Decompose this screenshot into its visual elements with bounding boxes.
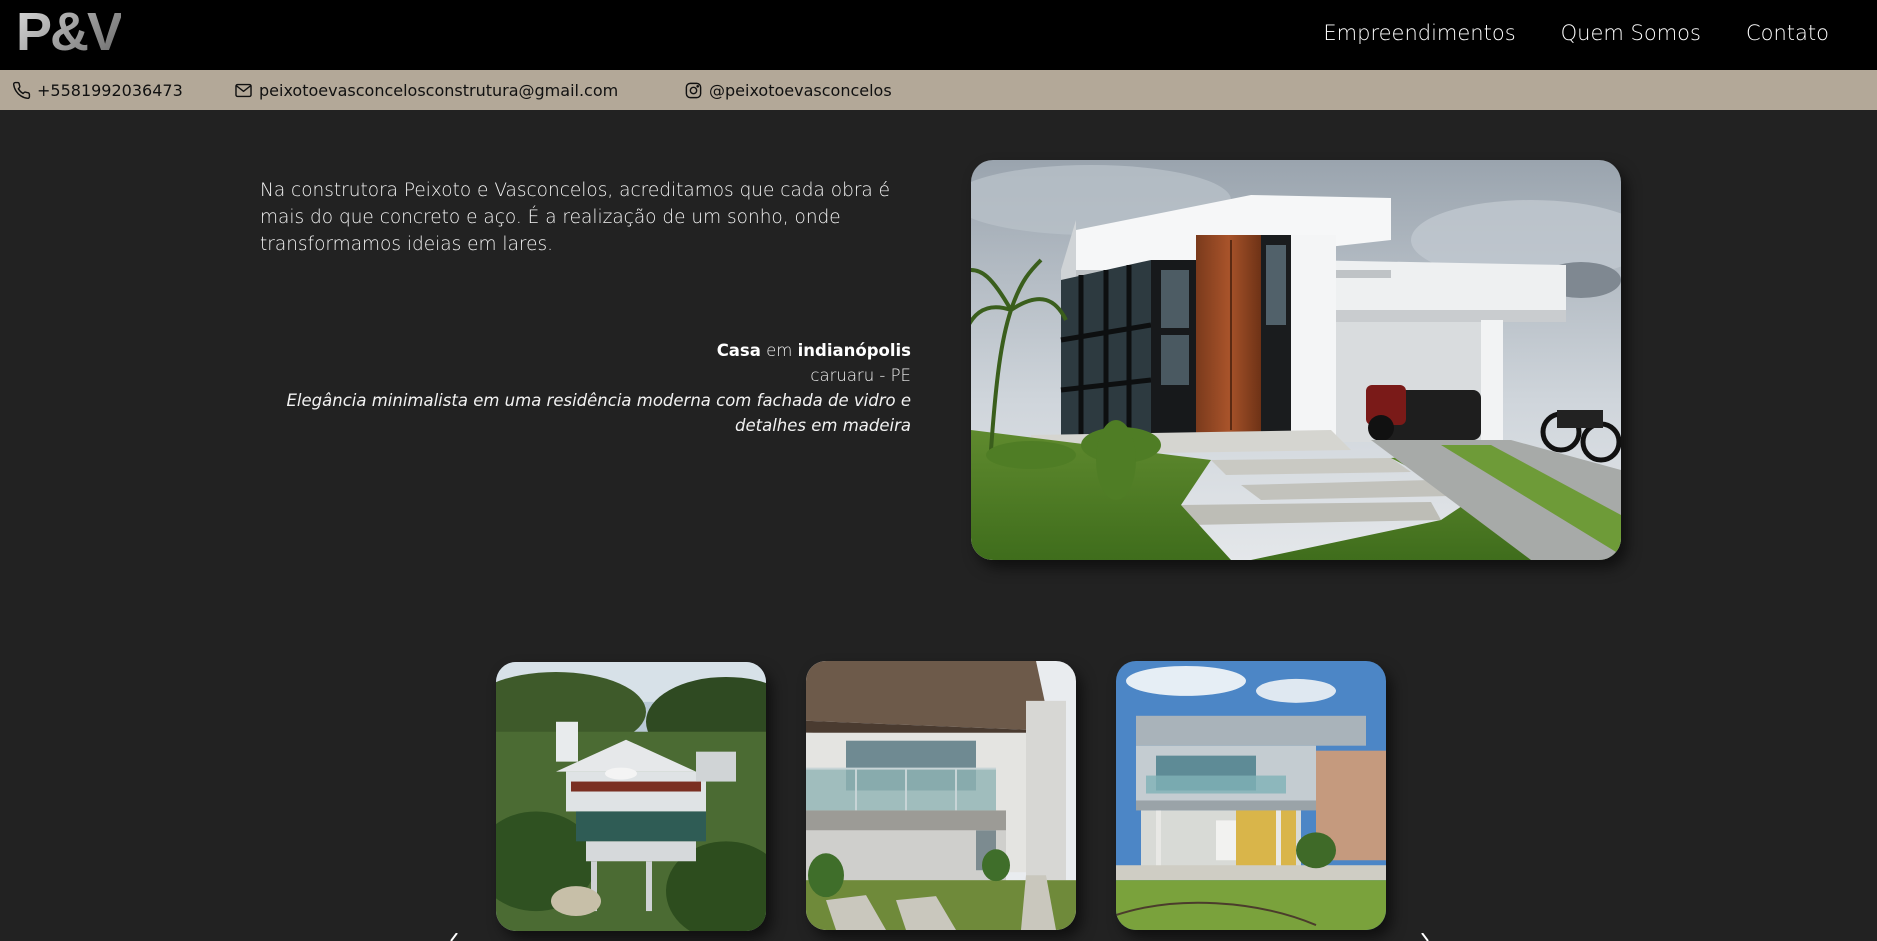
mail-icon: [235, 83, 252, 97]
project-place: indianópolis: [797, 341, 911, 360]
instagram-handle: @peixotoevasconcelos: [709, 80, 892, 100]
contact-email[interactable]: peixotoevasconcelosconstrutura@gmail.com: [234, 70, 618, 110]
chevron-right-icon[interactable]: [1418, 930, 1432, 941]
main-nav: Empreendimentos Quem Somos Contato: [1323, 20, 1829, 46]
project-type: Casa: [716, 341, 761, 360]
two-story-house-image: [806, 661, 1076, 930]
project-description: Elegância minimalista em uma residência …: [286, 391, 912, 435]
project-location: caruaru - PE: [810, 366, 911, 385]
project-connector: em: [766, 341, 793, 360]
chevron-left-icon[interactable]: [447, 930, 461, 941]
intro-text: Na construtora Peixoto e Vasconcelos, ac…: [260, 180, 891, 255]
house-with-lawn-image: [1116, 661, 1386, 930]
phone-number: +5581992036473: [37, 80, 183, 100]
contact-phone[interactable]: +5581992036473: [12, 70, 183, 110]
featured-project-photo[interactable]: [971, 160, 1621, 560]
nav-link-empreendimentos[interactable]: Empreendimentos: [1323, 20, 1515, 46]
email-address: peixotoevasconcelosconstrutura@gmail.com: [259, 80, 619, 100]
nav-link-quem-somos[interactable]: Quem Somos: [1561, 20, 1701, 46]
gallery-item-3[interactable]: [1116, 661, 1386, 930]
site-header: P&V Empreendimentos Quem Somos Contato: [0, 0, 1877, 70]
nav-link-contato[interactable]: Contato: [1746, 20, 1829, 46]
gallery-item-2[interactable]: [806, 661, 1076, 930]
contact-bar: +5581992036473 peixotoevasconcelosconstr…: [0, 70, 1877, 110]
hillside-house-image: [496, 662, 766, 931]
gallery-item-1[interactable]: [496, 662, 766, 931]
modern-house-image: [971, 160, 1621, 560]
contact-instagram[interactable]: @peixotoevasconcelos: [684, 70, 892, 110]
project-title: Casa em indianópolis: [270, 338, 911, 363]
project-caption: Casa em indianópolis caruaru - PE Elegân…: [270, 338, 912, 438]
phone-icon: [12, 81, 31, 99]
instagram-icon: [685, 82, 702, 98]
brand-logo[interactable]: P&V: [16, 5, 123, 59]
